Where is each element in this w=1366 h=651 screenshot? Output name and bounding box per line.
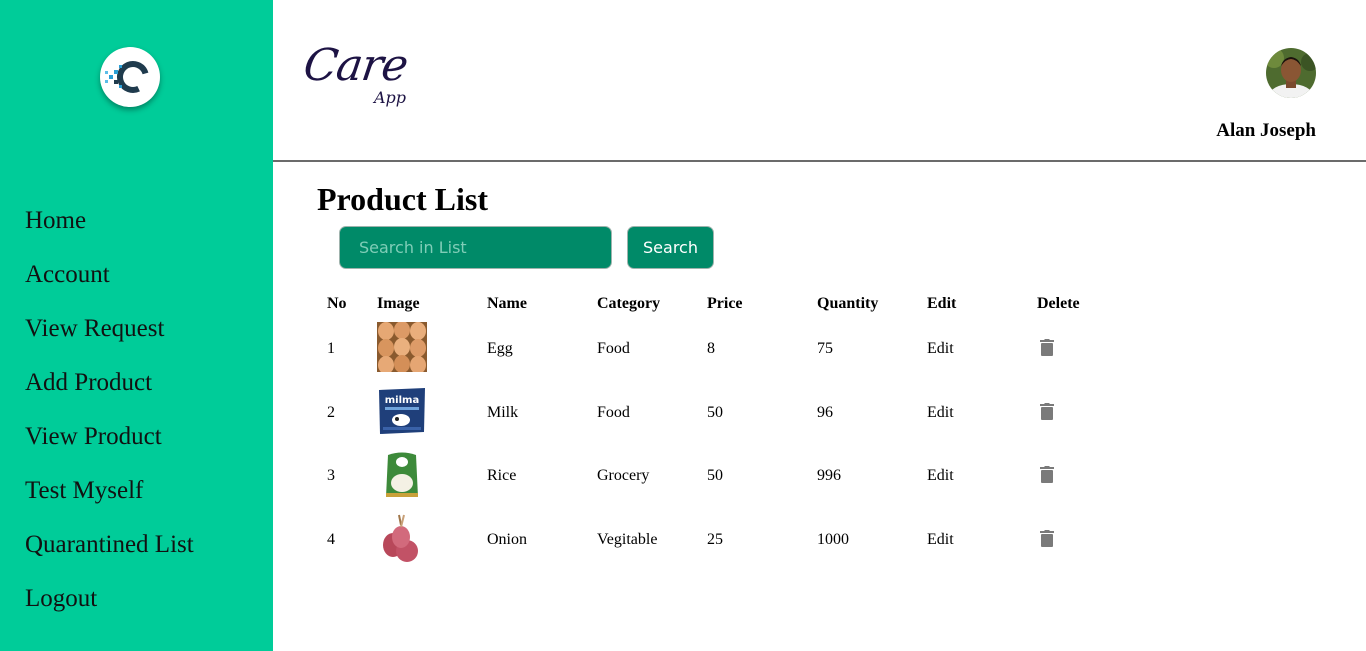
cell-price: 50 [707,467,723,484]
sidebar-item-logout[interactable]: Logout [25,582,194,636]
edit-link[interactable]: Edit [927,340,954,358]
cell-category: Food [597,340,630,357]
brand-title: Care [300,40,411,91]
sidebar: Home Account View Request Add Product Vi… [0,0,273,651]
cell-category: Food [597,404,630,421]
rice-image [377,449,427,499]
edit-link[interactable]: Edit [927,404,954,422]
cell-name: Egg [487,340,513,357]
sidebar-nav: Home Account View Request Add Product Vi… [25,204,194,636]
column-header-image: Image [377,295,420,312]
sidebar-item-view-product[interactable]: View Product [25,420,194,474]
trash-icon[interactable] [1040,339,1054,356]
cell-price: 25 [707,531,723,548]
cell-no: 1 [327,340,335,357]
page-title: Product List [317,181,488,217]
sidebar-item-account[interactable]: Account [25,258,194,312]
column-header-no: No [327,295,347,312]
cell-name: Onion [487,531,527,548]
trash-icon[interactable] [1040,403,1054,420]
edit-link[interactable]: Edit [927,467,954,485]
cell-no: 2 [327,404,335,421]
cell-quantity: 996 [817,467,841,484]
brand-logo: Care App [300,40,434,115]
sidebar-item-quarantined-list[interactable]: Quarantined List [25,528,194,582]
cell-quantity: 1000 [817,531,849,548]
egg-image [377,321,427,374]
edit-link[interactable]: Edit [927,531,954,549]
column-header-quantity: Quantity [817,295,879,312]
sidebar-item-view-request[interactable]: View Request [25,312,194,366]
trash-icon[interactable] [1040,530,1054,547]
column-header-delete: Delete [1037,295,1080,312]
header: Care App Alan Joseph [273,0,1366,162]
sidebar-item-add-product[interactable]: Add Product [25,366,194,420]
onion-image [377,513,427,563]
trash-icon[interactable] [1040,466,1054,483]
cell-category: Vegitable [597,531,658,548]
avatar[interactable] [1266,48,1316,98]
brand-subtitle: App [374,88,407,107]
search-input[interactable] [339,226,612,269]
svg-text:milma: milma [385,395,419,406]
column-header-category: Category [597,295,661,312]
milk-image: milma [377,386,427,436]
cell-no: 4 [327,531,335,548]
column-header-name: Name [487,295,527,312]
column-header-price: Price [707,295,743,312]
user-name: Alan Joseph [1216,120,1316,141]
column-header-edit: Edit [927,295,957,312]
cell-price: 8 [707,340,715,357]
sidebar-item-test-myself[interactable]: Test Myself [25,474,194,528]
cell-category: Grocery [597,467,650,484]
cell-quantity: 75 [817,340,833,357]
cell-name: Milk [487,404,519,421]
search-button[interactable]: Search [627,226,714,269]
cell-name: Rice [487,467,517,484]
sidebar-item-home[interactable]: Home [25,204,194,258]
cell-price: 50 [707,404,723,421]
cell-quantity: 96 [817,404,833,421]
care-app-logo-icon [100,47,160,107]
cell-no: 3 [327,467,335,484]
